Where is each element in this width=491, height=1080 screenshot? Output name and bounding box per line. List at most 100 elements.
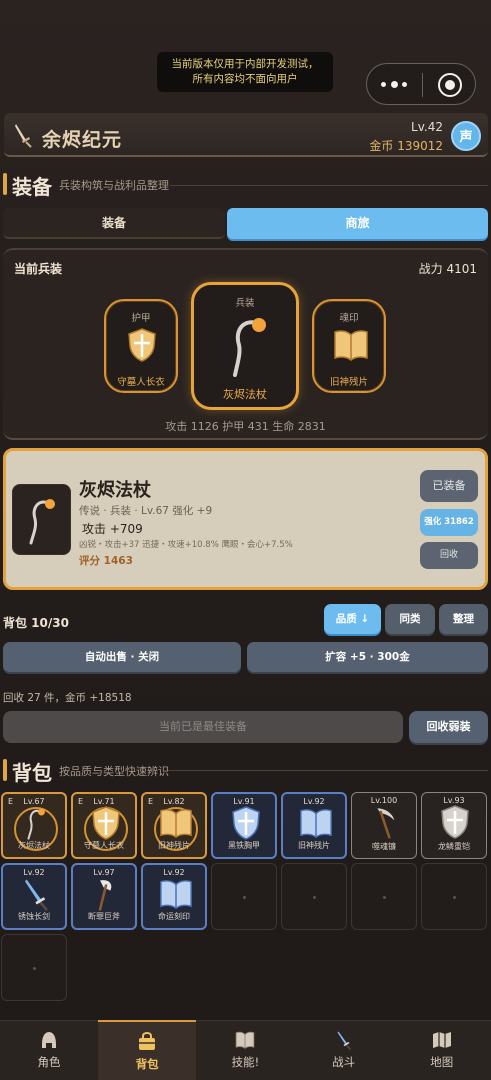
item-name: 旧神残片 [158,841,190,850]
current-equip-title: 当前兵装 [14,262,63,276]
slot-caption: 兵装 [235,298,255,309]
sword-icon [334,1030,354,1050]
bag-item[interactable]: Lv.100 噬魂镰 [351,792,417,859]
item-name: 灰烬法杖 [79,480,151,501]
sort-quality-button[interactable]: 品质 ↓ [324,604,381,634]
shield-icon [229,806,263,844]
bag-item[interactable]: E Lv.71 守墓人长衣 [71,792,137,859]
item-affixes: 凶锐・攻击+37 迅捷・攻速+10.8% 鹰眼・会心+7.5% [79,540,293,550]
empty-dot [313,896,316,899]
item-name: 灰烬法杖 [18,841,50,850]
item-level: Lv.92 [303,797,325,806]
bag-item[interactable]: Lv.91 黑铁胸甲 [211,792,277,859]
close-target-icon[interactable] [438,73,462,97]
staff-icon [29,499,55,545]
bag-slot-empty[interactable] [351,863,417,930]
app-title: 余烬纪元 [42,129,123,151]
nav-item[interactable]: 技能! [196,1020,294,1080]
slot-weapon[interactable]: 兵装 灰烬法杖 [191,282,299,410]
nav-item[interactable]: 角色 [0,1020,98,1080]
best-equip-status: 当前已是最佳装备 [3,711,403,743]
nav-label: 背包 [135,1057,159,1071]
bag-item[interactable]: Lv.92 命运刻印 [141,863,207,930]
nav-item[interactable]: 战斗 [295,1020,393,1080]
section-accent [3,759,7,781]
bag-item[interactable]: Lv.92 锈蚀长剑 [1,863,67,930]
bag-slot-empty[interactable] [421,863,487,930]
slot-soul[interactable]: 魂印 旧神残片 [312,299,386,393]
item-meta: 传说 · 兵装 · Lv.67 强化 +9 [79,505,213,517]
auto-sell-toggle[interactable]: 自动出售 · 关闭 [3,642,241,672]
section-accent [3,173,7,195]
nav-item[interactable]: 地图 [393,1020,491,1080]
recycle-weak-button[interactable]: 回收弱装 [409,711,488,743]
bag-item[interactable]: E Lv.82 旧神残片 [141,792,207,859]
equip-section-title: 装备 [12,175,52,199]
organize-button[interactable]: 整理 [439,604,488,634]
divider [168,770,488,771]
item-level: Lv.82 [163,797,185,806]
bag-section-title: 背包 [12,761,52,785]
bag-count: 背包 10/30 [3,616,69,630]
expand-bag-button[interactable]: 扩容 +5 · 300金 [247,642,488,672]
dev-notice-line1: 当前版本仅用于内部开发测试， [171,58,319,70]
scythe-icon [368,805,402,843]
helmet-icon [39,1030,59,1050]
slot-item-name: 守墓人长衣 [117,377,165,388]
divider [170,185,488,186]
item-detail-icon [12,484,71,555]
dev-notice: 当前版本仅用于内部开发测试， 所有内容均不面向用户 [157,52,333,92]
bag-item[interactable]: Lv.92 旧神残片 [281,792,347,859]
nav-label: 角色 [37,1055,61,1069]
bag-icon [137,1031,157,1052]
book-icon [235,1030,255,1050]
tab-equip[interactable]: 装备 [3,208,225,239]
slot-caption: 护甲 [131,313,151,324]
shield-icon [128,328,156,362]
axe-icon [89,877,123,915]
item-level: Lv.67 [23,797,45,806]
enhance-button[interactable]: 强化 31862 [420,509,478,536]
empty-dot [243,896,246,899]
slot-item-name: 灰烬法杖 [223,388,267,401]
staff-icon [19,806,53,844]
empty-dot [453,896,456,899]
equipped-button[interactable]: 已装备 [420,470,478,502]
bag-section-subtitle: 按品质与类型快速辨识 [59,765,169,778]
shield-icon [89,806,123,844]
slot-item-name: 旧神残片 [329,377,368,388]
item-name: 断罪巨斧 [88,912,120,921]
combat-power: 战力 4101 [418,262,477,276]
item-detail-card [3,448,488,590]
book-icon [159,877,193,915]
bag-item[interactable]: Lv.93 龙鳞重铠 [421,792,487,859]
nav-label: 战斗 [332,1055,356,1069]
bag-slot-empty[interactable] [1,934,67,1001]
item-level: Lv.93 [443,796,465,805]
recycle-info: 回收 27 件，金币 +18518 [3,692,132,704]
bag-slot-empty[interactable] [281,863,347,930]
sword-icon [19,877,53,915]
bag-slot-empty[interactable] [211,863,277,930]
item-level: Lv.100 [370,796,398,805]
nav-label: 地图 [430,1055,454,1069]
item-level: Lv.92 [163,868,185,877]
item-level: Lv.92 [23,868,45,877]
slot-armor[interactable]: 护甲 守墓人长衣 [104,299,178,393]
gold-amount: 金币 139012 [369,139,443,153]
nav-item[interactable]: 背包 [98,1020,197,1080]
recycle-button[interactable]: 回收 [420,542,478,569]
slot-caption: 魂印 [339,313,359,324]
map-icon [432,1030,452,1050]
book-icon [299,806,333,844]
item-level: Lv.71 [93,797,115,806]
sound-button[interactable]: 声 [451,121,481,151]
bag-item[interactable]: E Lv.67 灰烬法杖 [1,792,67,859]
tab-shop[interactable]: 商旅 [227,208,488,239]
item-name: 龙鳞重铠 [438,842,470,851]
filter-same-type-button[interactable]: 同类 [385,604,435,634]
bag-item[interactable]: Lv.97 断罪巨斧 [71,863,137,930]
item-name: 命运刻印 [158,912,190,921]
empty-dot [33,967,36,970]
more-icon[interactable] [381,76,407,92]
